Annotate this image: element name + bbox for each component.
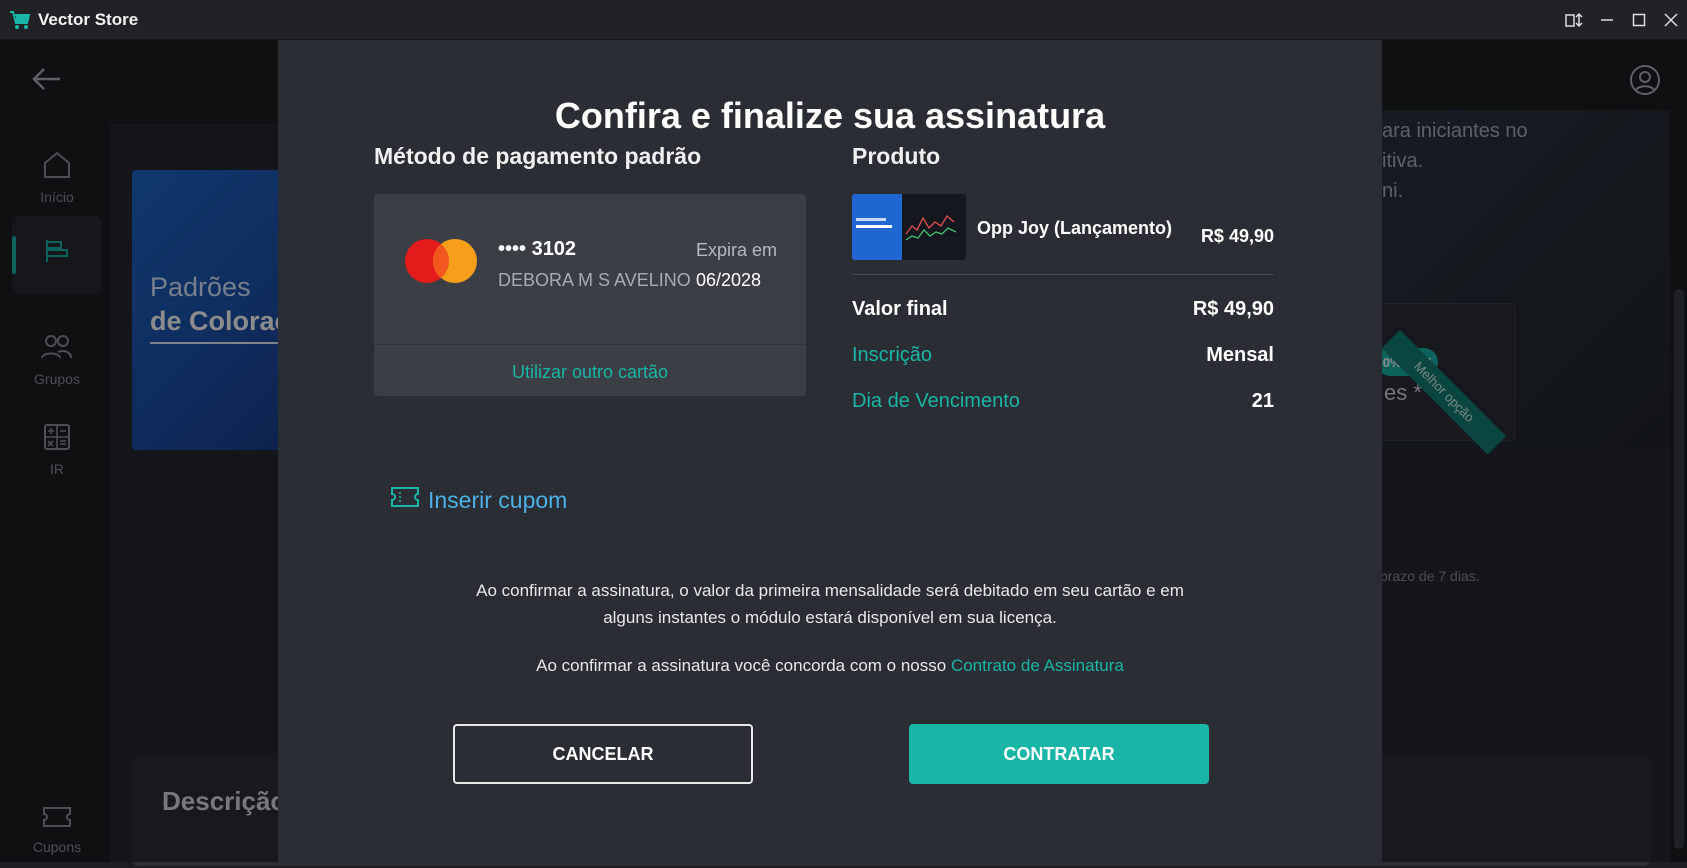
expires-label: Expira em (696, 240, 778, 260)
payment-method-title: Método de pagamento padrão (374, 143, 702, 169)
product-name: Opp Joy (Lançamento) (977, 218, 1173, 238)
agreement-text: Ao confirmar a assinatura você concorda … (278, 656, 1382, 676)
product-thumbnail (852, 194, 966, 260)
subscription-label: Inscrição (852, 344, 933, 366)
product-divider (852, 274, 1274, 275)
maximize-icon[interactable] (1623, 0, 1655, 40)
subscription-value: Mensal (1206, 344, 1274, 366)
agreement-prefix: Ao confirmar a assinatura você concorda … (536, 656, 947, 675)
card-holder-name: DEBORA M S AVELINO (498, 270, 691, 290)
product-price: R$ 49,90 (1200, 226, 1274, 246)
mastercard-logo-icon (404, 238, 478, 284)
subscription-row: Inscrição Mensal (852, 344, 1274, 374)
shopping-cart-icon (8, 8, 32, 32)
snap-layout-icon[interactable] (1559, 0, 1591, 40)
final-value-amount: R$ 49,90 (1192, 298, 1274, 320)
use-other-card-link[interactable]: Utilizar outro cartão (374, 344, 806, 396)
minimize-icon[interactable] (1591, 0, 1623, 40)
close-icon[interactable] (1655, 0, 1687, 40)
product-section-title: Produto (852, 143, 941, 169)
card-number: •••• 3102 (498, 238, 577, 260)
insert-coupon-label: Inserir cupom (428, 486, 568, 513)
final-value-row: Valor final R$ 49,90 (852, 298, 1274, 328)
due-day-row: Dia de Vencimento 21 (852, 390, 1274, 420)
due-day-label: Dia de Vencimento (852, 390, 1020, 412)
app-title: Vector Store (38, 9, 139, 29)
card-details: •••• 3102 DEBORA M S AVELINO Expira em 0… (374, 194, 806, 344)
coupon-icon (390, 486, 428, 514)
expires-value: 06/2028 (696, 270, 762, 290)
agreement-link[interactable]: Contrato de Assinatura (951, 656, 1124, 675)
window-controls (1559, 0, 1687, 40)
final-value-label: Valor final (852, 298, 948, 320)
insert-coupon-link[interactable]: Inserir cupom (390, 486, 567, 514)
modal-title: Confira e finalize sua assinatura (554, 95, 1106, 136)
title-bar: Vector Store (0, 0, 1687, 40)
cancel-button[interactable]: CANCELAR (453, 724, 753, 784)
subscription-info-text: Ao confirmar a assinatura, o valor da pr… (476, 581, 1184, 627)
due-day-value: 21 (1251, 390, 1274, 412)
payment-card[interactable]: •••• 3102 DEBORA M S AVELINO Expira em 0… (374, 194, 806, 396)
confirm-subscription-button[interactable]: CONTRATAR (909, 724, 1209, 784)
subscription-modal: Confira e finalize sua assinatura Método… (278, 40, 1382, 862)
